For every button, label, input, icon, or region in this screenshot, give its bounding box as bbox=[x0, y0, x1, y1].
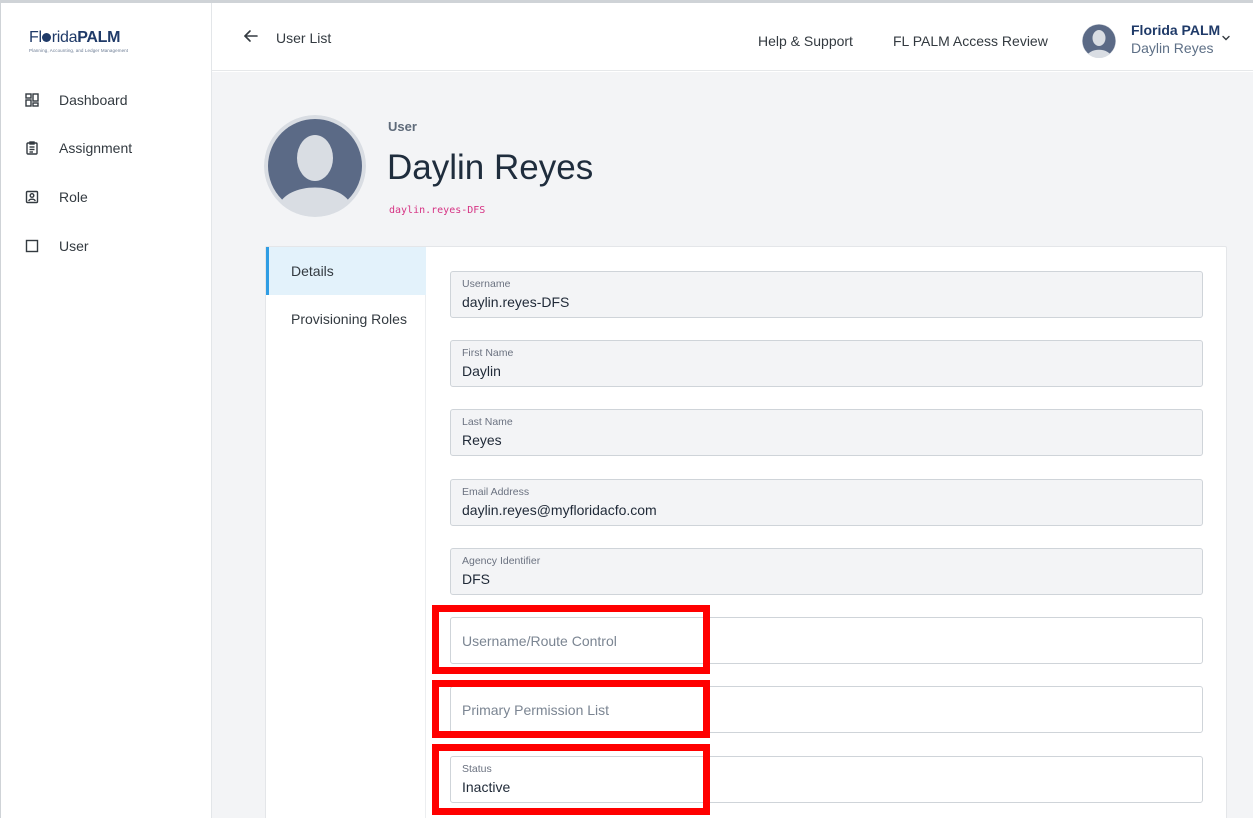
user-details-card: Details Provisioning Roles Username dayl… bbox=[265, 246, 1227, 818]
florida-palm-logo[interactable]: Fl ridaPALM Planning, Accounting, and Led… bbox=[29, 29, 199, 53]
username-route-control-field[interactable]: Username/Route Control bbox=[450, 617, 1203, 664]
sidebar: Fl ridaPALM Planning, Accounting, and Led… bbox=[1, 3, 212, 818]
field-placeholder: Primary Permission List bbox=[462, 702, 610, 718]
field-label: Username bbox=[462, 278, 511, 290]
back-arrow-icon[interactable] bbox=[242, 27, 260, 45]
current-user-name: Daylin Reyes bbox=[1131, 40, 1214, 56]
last-name-field[interactable]: Last Name Reyes bbox=[450, 409, 1203, 456]
logo-mark-icon bbox=[42, 33, 52, 42]
sidebar-item-assignment[interactable]: Assignment bbox=[25, 136, 132, 160]
chevron-down-icon[interactable] bbox=[1220, 31, 1232, 43]
logo-wordmark: Fl ridaPALM bbox=[29, 29, 199, 47]
help-support-link[interactable]: Help & Support bbox=[758, 33, 853, 49]
primary-permission-list-field[interactable]: Primary Permission List bbox=[450, 686, 1203, 733]
square-icon bbox=[25, 239, 39, 253]
top-header: User List Help & Support FL PALM Access … bbox=[212, 3, 1253, 71]
user-avatar-icon[interactable] bbox=[1082, 24, 1116, 58]
sidebar-item-label: Role bbox=[59, 189, 88, 205]
tab-details[interactable]: Details bbox=[266, 247, 426, 295]
field-label: Email Address bbox=[462, 486, 530, 498]
sidebar-item-label: Assignment bbox=[59, 140, 133, 156]
id-badge-icon bbox=[25, 190, 39, 204]
clipboard-icon bbox=[25, 141, 39, 155]
profile-username-code: daylin.reyes-DFS bbox=[389, 205, 486, 216]
sidebar-item-label: User bbox=[59, 238, 89, 254]
field-value: daylin.reyes@myfloridacfo.com bbox=[462, 502, 657, 518]
email-field[interactable]: Email Address daylin.reyes@myfloridacfo.… bbox=[450, 479, 1203, 526]
logo-florida-end: rida bbox=[51, 29, 78, 46]
sidebar-item-dashboard[interactable]: Dashboard bbox=[25, 88, 128, 112]
logo-palm: PALM bbox=[77, 29, 121, 46]
field-label: Agency Identifier bbox=[462, 555, 541, 567]
first-name-field[interactable]: First Name Daylin bbox=[450, 340, 1203, 387]
field-value: Reyes bbox=[462, 432, 502, 448]
logo-tagline: Planning, Accounting, and Ledger Managem… bbox=[29, 48, 129, 53]
sidebar-item-label: Dashboard bbox=[59, 92, 128, 108]
field-value: DFS bbox=[462, 571, 490, 587]
dashboard-icon bbox=[25, 93, 39, 107]
username-field[interactable]: Username daylin.reyes-DFS bbox=[450, 271, 1203, 318]
access-review-link[interactable]: FL PALM Access Review bbox=[893, 33, 1048, 49]
field-value: daylin.reyes-DFS bbox=[462, 294, 570, 310]
profile-type-label: User bbox=[388, 119, 417, 134]
tab-provisioning-roles[interactable]: Provisioning Roles bbox=[266, 295, 426, 343]
vertical-tabs: Details Provisioning Roles bbox=[266, 247, 426, 818]
sidebar-item-role[interactable]: Role bbox=[25, 185, 88, 209]
profile-avatar-icon bbox=[264, 115, 366, 217]
field-label: First Name bbox=[462, 347, 514, 359]
field-placeholder: Username/Route Control bbox=[462, 633, 617, 649]
agency-identifier-field[interactable]: Agency Identifier DFS bbox=[450, 548, 1203, 595]
status-field[interactable]: Status Inactive bbox=[450, 756, 1203, 803]
field-value: Inactive bbox=[462, 779, 511, 795]
back-to-user-list-link[interactable]: User List bbox=[276, 30, 331, 46]
page-title: Daylin Reyes bbox=[387, 148, 594, 187]
field-label: Status bbox=[462, 763, 492, 775]
logo-florida-start: Fl bbox=[29, 29, 42, 46]
field-value: Daylin bbox=[462, 363, 501, 379]
sidebar-item-user[interactable]: User bbox=[25, 234, 89, 258]
main-content: User Daylin Reyes daylin.reyes-DFS Detai… bbox=[212, 72, 1253, 818]
field-label: Last Name bbox=[462, 416, 513, 428]
organization-name: Florida PALM bbox=[1131, 22, 1221, 38]
